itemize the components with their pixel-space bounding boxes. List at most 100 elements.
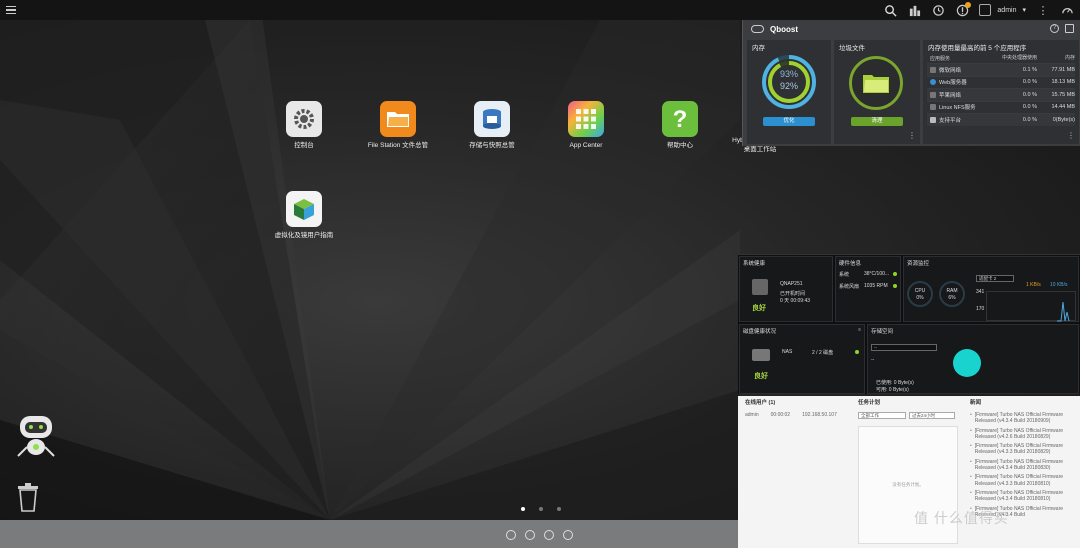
table-row[interactable]: 支持平台 0.0 % 0(Byte(s) — [927, 113, 1075, 126]
disk-health-card: 磁盘健康状况 ≡ 良好 NAS 2 / 2 磁盘 — [739, 324, 865, 394]
sync-icon[interactable] — [931, 3, 945, 17]
health-status: 良好 — [752, 305, 766, 312]
folder-icon — [380, 101, 416, 137]
minimize-all-icon[interactable] — [563, 530, 573, 540]
chevron-down-icon: ▾ — [1022, 7, 1026, 14]
app-mem: 18.13 MB — [1051, 79, 1075, 86]
memory-ring: 93% 92% — [761, 54, 817, 110]
table-row[interactable]: 微软网络 0.1 % 77.91 MB — [927, 63, 1075, 76]
app-name: 微软网络 — [939, 67, 962, 74]
table-row[interactable]: Linux NFS服务 0.0 % 14.44 MB — [927, 100, 1075, 114]
app-icon — [930, 91, 936, 98]
ram-gauge: RAM 6% — [939, 281, 965, 307]
virtualization-cube-icon — [286, 191, 322, 227]
ram-label: RAM — [946, 288, 958, 294]
app-icon — [930, 66, 936, 73]
status-dot — [893, 284, 897, 288]
more-options-icon[interactable]: ⋮ — [1067, 131, 1075, 140]
app-name: Linux NFS服务 — [939, 105, 976, 112]
page-dot-3[interactable] — [557, 507, 561, 511]
app-mem: 0(Byte(s) — [1052, 116, 1075, 123]
pin-icon[interactable] — [1065, 24, 1074, 33]
header-mem: 内存 — [1064, 55, 1075, 61]
online-users-title: 在线用户 (1) — [745, 400, 776, 406]
junk-label: 垃圾文件 — [839, 45, 865, 52]
window-switch-icon[interactable] — [544, 530, 554, 540]
status-dot — [893, 272, 897, 276]
desktop-icon-label: 存储与快照总管 — [469, 142, 515, 149]
page-dot-1[interactable] — [521, 507, 525, 511]
top-bar: admin ▾ ⋮ — [0, 0, 1080, 20]
news-title: 新闻 — [970, 400, 982, 406]
card-title: 资源监控 — [907, 261, 930, 267]
bottom-taskbar — [0, 520, 738, 548]
desktop-icon-app-center[interactable]: App Center — [541, 101, 631, 150]
list-item[interactable]: [Firmware] Turbo NAS Official Firmware R… — [970, 443, 1072, 456]
desktop-icon-file-station[interactable]: File Station 文件总管 — [353, 101, 443, 150]
main-menu-icon[interactable] — [0, 0, 22, 20]
user-name: admin — [997, 6, 1017, 14]
optimize-button[interactable]: 优化 — [763, 117, 815, 126]
more-options-icon[interactable]: ⋮ — [1036, 3, 1050, 17]
hw-system-value: 38°C/100... — [864, 271, 890, 277]
robot-assistant-icon[interactable] — [14, 414, 58, 460]
app-grid-icon — [568, 101, 604, 137]
app-cpu: 0.1 % — [1022, 66, 1037, 73]
disk-icon — [752, 349, 770, 361]
junk-folder-icon — [849, 56, 903, 110]
time-range-select[interactable]: 过去24小时 — [909, 412, 955, 419]
desktop-icon-help-center[interactable]: ? 帮助中心 — [635, 101, 725, 150]
header-app: 应用服务 — [930, 56, 951, 62]
desktop-icon-control-panel[interactable]: 控制台 — [259, 101, 349, 150]
search-app-icon[interactable] — [525, 530, 535, 540]
list-item[interactable]: [Firmware] Turbo NAS Official Firmware R… — [970, 412, 1072, 425]
hardware-info-card: 硬件信息 系统 38°C/100... 系统风扇 1035 RPM — [835, 256, 901, 322]
system-health-card: 系统健康 良好 QNAP251 已开机时间 0 天 00:09:43 — [739, 256, 833, 322]
dashboard-gauge-icon[interactable] — [1060, 3, 1074, 17]
gear-icon — [286, 101, 322, 137]
user-menu[interactable]: admin ▾ — [979, 4, 1026, 16]
card-title: 硬件信息 — [839, 261, 862, 267]
show-desktop-icon[interactable] — [506, 530, 516, 540]
list-item[interactable]: admin 00:00:02 192.168.50.107 — [745, 412, 855, 418]
hw-fan-label: 系统风扇 — [839, 284, 860, 290]
background-task-icon[interactable] — [907, 3, 921, 17]
table-row[interactable]: 苹果网络 0.0 % 15.75 MB — [927, 88, 1075, 101]
list-icon[interactable]: ≡ — [858, 327, 861, 333]
app-mem: 77.91 MB — [1051, 66, 1075, 73]
page-dot-2[interactable] — [539, 507, 543, 511]
disk-count: 2 / 2 磁盘 — [812, 350, 834, 356]
disk-status: 良好 — [754, 373, 768, 380]
app-mem: 14.44 MB — [1051, 104, 1075, 111]
list-item[interactable]: [Firmware] Turbo NAS Official Firmware R… — [970, 490, 1072, 503]
nas-label: NAS — [782, 349, 793, 355]
clean-button[interactable]: 清理 — [851, 117, 903, 126]
desktop-icon-storage-snapshots[interactable]: 存储与快照总管 — [447, 101, 537, 150]
network-adapter-select[interactable]: 适配卡 2 — [976, 275, 1014, 282]
app-icon — [930, 104, 936, 111]
list-item[interactable]: [Firmware] Turbo NAS Official Firmware R… — [970, 428, 1072, 441]
list-item[interactable]: [Firmware] Turbo NAS Official Firmware R… — [970, 474, 1072, 487]
trash-icon[interactable] — [16, 482, 40, 512]
notification-icon[interactable] — [955, 2, 972, 17]
hw-fan-value: 1035 RPM — [864, 283, 888, 289]
app-name: 支持平台 — [939, 117, 962, 124]
more-options-icon[interactable]: ⋮ — [908, 131, 916, 140]
cpu-label: CPU — [914, 288, 926, 294]
table-row[interactable]: Web服务器 0.0 % 18.13 MB — [927, 75, 1075, 89]
uptime-value: 0 天 00:09:43 — [780, 298, 811, 304]
list-item[interactable]: [Firmware] Turbo NAS Official Firmware R… — [970, 459, 1072, 472]
search-icon[interactable] — [883, 3, 897, 17]
qboost-logo-icon — [751, 25, 764, 33]
watermark-text: 值 什么值得买 — [914, 510, 1009, 526]
help-icon[interactable]: ? — [1050, 24, 1059, 33]
task-filter-select[interactable]: 全部工作 — [858, 412, 906, 419]
online-users-section: 在线用户 (1) admin 00:00:02 192.168.50.107 — [745, 398, 855, 418]
app-icon — [930, 116, 936, 123]
desktop-icon-virtualization-guide[interactable]: 虚拟化及镜用户指南 — [259, 191, 349, 240]
storage-free: 可用: 0 Byte(s) — [876, 387, 909, 393]
storage-dash: -- — [871, 357, 875, 363]
storage-select[interactable]: -- — [871, 344, 937, 351]
net-in-rate: 1 KB/s — [1026, 282, 1041, 288]
memory-section: 内存 93% 92% 优化 — [747, 40, 831, 144]
